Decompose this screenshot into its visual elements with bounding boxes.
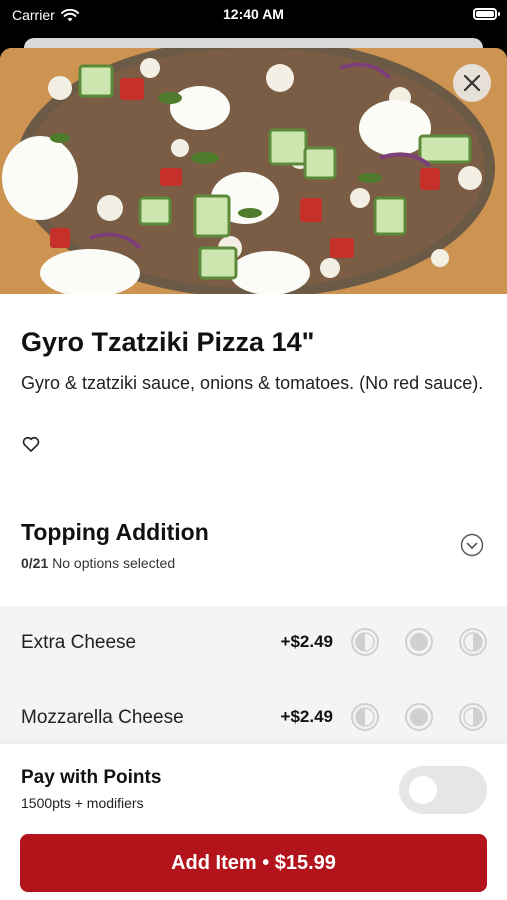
topping-option-row[interactable]: Mozzarella Cheese +$2.49	[0, 681, 507, 753]
status-time: 12:40 AM	[223, 6, 284, 22]
battery-icon	[473, 8, 500, 20]
pizza-image	[0, 48, 507, 294]
whole-icon[interactable]	[405, 628, 433, 656]
item-detail-sheet: Gyro Tzatziki Pizza 14" Gyro & tzatziki …	[0, 48, 507, 900]
status-bar: Carrier 12:40 AM	[0, 0, 507, 30]
topping-option-price: +$2.49	[280, 707, 333, 726]
topping-option-price: +$2.49	[280, 632, 333, 651]
topping-option-row[interactable]: Extra Cheese +$2.49	[0, 606, 507, 678]
item-description: Gyro & tzatziki sauce, onions & tomatoes…	[21, 373, 484, 393]
topping-options-list: Extra Cheese +$2.49 Mozzarella Cheese +$…	[0, 606, 507, 756]
close-button[interactable]	[453, 64, 491, 102]
heart-outline-icon[interactable]	[21, 434, 41, 454]
topping-section-title: Topping Addition	[21, 519, 209, 545]
topping-option-name: Mozzarella Cheese	[21, 707, 184, 728]
topping-option-name: Extra Cheese	[21, 632, 137, 653]
pay-with-points-toggle[interactable]	[399, 766, 487, 814]
topping-selection-summary: 0/21 No options selected	[21, 555, 175, 571]
right-half-icon[interactable]	[459, 628, 487, 656]
left-half-icon[interactable]	[351, 628, 379, 656]
item-title: Gyro Tzatziki Pizza 14"	[21, 327, 315, 357]
close-icon	[463, 74, 481, 92]
pay-with-points-subtitle: 1500pts + modifiers	[21, 795, 144, 811]
whole-icon[interactable]	[405, 703, 433, 731]
checkout-footer: Pay with Points 1500pts + modifiers Add …	[0, 744, 507, 900]
right-half-icon[interactable]	[459, 703, 487, 731]
item-photo	[0, 48, 507, 294]
pay-with-points-title: Pay with Points	[21, 767, 162, 788]
chevron-down-circle-icon[interactable]	[460, 533, 484, 557]
add-item-button[interactable]: Add Item • $15.99	[20, 834, 487, 892]
left-half-icon[interactable]	[351, 703, 379, 731]
selected-count: 0/21	[21, 555, 49, 571]
selected-text: No options selected	[52, 555, 176, 571]
toggle-knob	[409, 776, 437, 804]
